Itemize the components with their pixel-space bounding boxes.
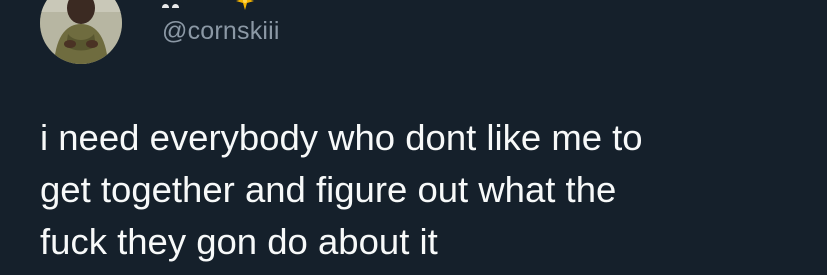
- tweet-text: i need everybody who dont like me to get…: [40, 117, 643, 262]
- avatar[interactable]: [40, 0, 122, 64]
- avatar-image: [40, 0, 122, 64]
- tweet: @cornskiii i need everybody who dont lik…: [0, 0, 827, 275]
- user-handle[interactable]: @cornskiii: [162, 15, 280, 47]
- display-name-fragment: [162, 0, 202, 8]
- sparkle-badge-icon: [236, 0, 254, 10]
